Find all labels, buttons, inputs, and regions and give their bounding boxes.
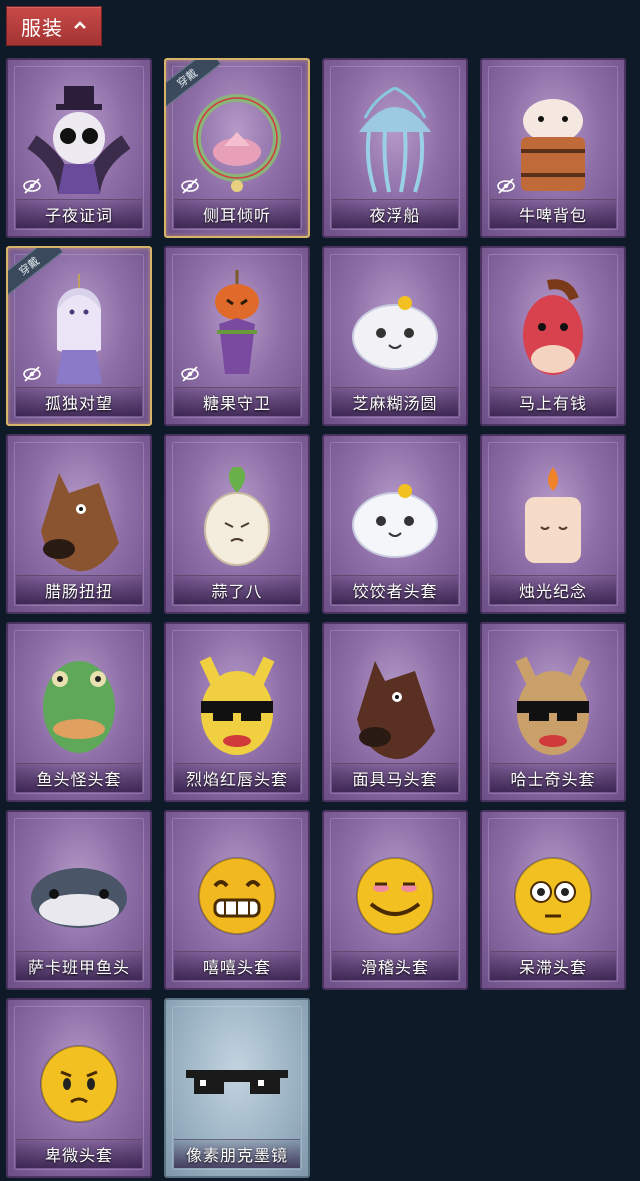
cloud-costume-icon <box>345 473 445 567</box>
costume-name: 子夜证词 <box>16 199 142 228</box>
fish-costume-icon <box>34 651 124 765</box>
sacaban-costume-icon <box>24 854 134 938</box>
humble-costume-icon <box>31 1034 127 1134</box>
costume-card[interactable]: 穿戴 侧耳倾听 <box>164 58 310 238</box>
costume-section-toggle[interactable]: 服装 <box>6 6 102 46</box>
dumpling-costume-icon <box>345 285 445 379</box>
pumpkin-costume-icon <box>197 270 277 394</box>
costume-card[interactable]: 滑稽头套 <box>322 810 468 990</box>
funny-costume-icon <box>347 846 443 946</box>
costume-name: 哈士奇头套 <box>490 763 616 792</box>
costume-card[interactable]: 萨卡班甲鱼头 <box>6 810 152 990</box>
costume-card[interactable]: 饺饺者头套 <box>322 434 468 614</box>
costume-card[interactable]: 哈士奇头套 <box>480 622 626 802</box>
costume-name: 滑稽头套 <box>332 951 458 980</box>
costume-name: 面具马头套 <box>332 763 458 792</box>
costume-card[interactable]: 马上有钱 <box>480 246 626 426</box>
costume-name: 饺饺者头套 <box>332 575 458 604</box>
husky-costume-icon <box>503 651 603 765</box>
costume-name: 呆滞头套 <box>490 951 616 980</box>
costume-name: 侧耳倾听 <box>174 199 300 228</box>
costume-card[interactable]: 像素朋克墨镜 <box>164 998 310 1178</box>
costume-card[interactable]: 糖果守卫 <box>164 246 310 426</box>
chevron-up-icon <box>73 18 87 34</box>
barrel-costume-icon <box>503 87 603 201</box>
costume-card[interactable]: 卑微头套 <box>6 998 152 1178</box>
costume-name: 鱼头怪头套 <box>16 763 142 792</box>
costume-name: 腊肠扭扭 <box>16 575 142 604</box>
costume-name: 烈焰红唇头套 <box>174 763 300 792</box>
costume-name: 牛啤背包 <box>490 199 616 228</box>
costume-card[interactable]: 芝麻糊汤圆 <box>322 246 468 426</box>
costume-card[interactable]: 蒜了八 <box>164 434 310 614</box>
costume-name: 芝麻糊汤圆 <box>332 387 458 416</box>
costume-name: 卑微头套 <box>16 1139 142 1168</box>
hidden-eye-icon[interactable] <box>180 364 200 384</box>
costume-card[interactable]: 呆滞头套 <box>480 810 626 990</box>
glasses-costume-icon <box>182 1052 292 1116</box>
costume-name: 糖果守卫 <box>174 387 300 416</box>
dazed-costume-icon <box>505 846 601 946</box>
jelly-costume-icon <box>345 82 445 206</box>
costume-card[interactable]: 牛啤背包 <box>480 58 626 238</box>
costume-name: 夜浮船 <box>332 199 458 228</box>
costume-card[interactable]: 腊肠扭扭 <box>6 434 152 614</box>
costume-card[interactable]: 穿戴 孤独对望 <box>6 246 152 426</box>
costume-name: 烛光纪念 <box>490 575 616 604</box>
hidden-eye-icon[interactable] <box>180 176 200 196</box>
costume-card[interactable]: 面具马头套 <box>322 622 468 802</box>
yellow-costume-icon <box>187 651 287 765</box>
costume-card[interactable]: 鱼头怪头套 <box>6 622 152 802</box>
costume-name: 蒜了八 <box>174 575 300 604</box>
doll-costume-icon <box>34 270 124 394</box>
costume-name: 像素朋克墨镜 <box>174 1139 300 1168</box>
garlic-costume-icon <box>197 463 277 577</box>
costume-grid: 子夜证词 穿戴 侧耳倾听 夜浮船 牛啤背包穿戴 孤独对望 糖果守卫 芝麻糊汤圆 马上有钱腊肠扭扭… <box>6 58 626 1178</box>
costume-card[interactable]: 夜浮船 <box>322 58 468 238</box>
hidden-eye-icon[interactable] <box>496 176 516 196</box>
costume-name: 孤独对望 <box>16 387 142 416</box>
costume-name: 马上有钱 <box>490 387 616 416</box>
costume-card[interactable]: 子夜证词 <box>6 58 152 238</box>
costume-name: 萨卡班甲鱼头 <box>16 951 142 980</box>
costume-name: 嘻嘻头套 <box>174 951 300 980</box>
section-title: 服装 <box>21 15 63 40</box>
horsehead-costume-icon <box>345 651 445 765</box>
costume-card[interactable]: 嘻嘻头套 <box>164 810 310 990</box>
hidden-eye-icon[interactable] <box>22 364 42 384</box>
costume-card[interactable]: 烈焰红唇头套 <box>164 622 310 802</box>
horse-costume-icon <box>508 275 598 389</box>
candle-costume-icon <box>513 463 593 577</box>
hidden-eye-icon[interactable] <box>22 176 42 196</box>
costume-card[interactable]: 烛光纪念 <box>480 434 626 614</box>
dog-costume-icon <box>29 463 129 577</box>
grin-costume-icon <box>189 846 285 946</box>
